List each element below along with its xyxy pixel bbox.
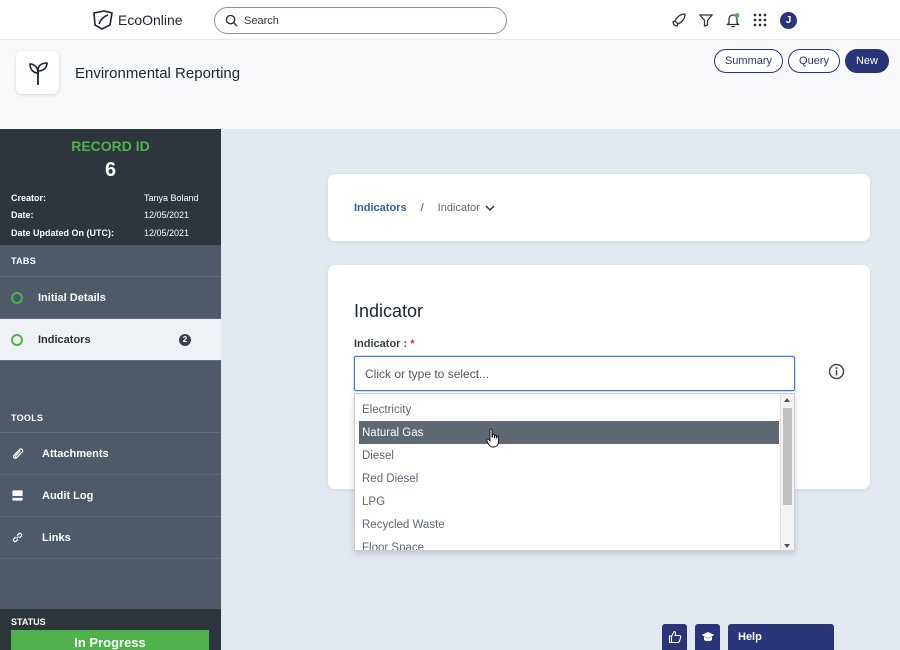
tab-initial-details[interactable]: Initial Details [0,277,221,319]
plant-sprout-icon [28,61,48,85]
scroll-up-arrow-icon[interactable] [784,398,790,402]
option-recycled-waste[interactable]: Recycled Waste [359,513,779,536]
tool-links[interactable]: Links [0,517,221,559]
notification-bell-icon[interactable] [724,11,742,29]
audit-log-icon [12,490,23,501]
record-id-label: RECORD ID [71,138,150,154]
record-summary: RECORD ID 6 Creator: Tanya Boland Date: … [0,129,221,245]
app-icon-tile [16,51,59,94]
tools-header-label: TOOLS [11,413,44,423]
filter-icon[interactable] [697,11,715,29]
search-icon [225,14,238,27]
scroll-down-arrow-icon[interactable] [784,544,790,548]
meta-creator-value: Tanya Boland [144,193,199,203]
meta-updated-value: 12/05/2021 [144,228,190,238]
thumbs-up-icon [668,630,681,644]
status-button[interactable]: In Progress [11,630,209,650]
search-input[interactable] [244,14,484,27]
chevron-down-icon [485,205,495,212]
page-title: Environmental Reporting [75,65,241,82]
tool-attachments[interactable]: Attachments [0,433,221,475]
ecoonline-logo-icon [93,10,113,30]
option-diesel[interactable]: Diesel [359,444,779,467]
feedback-button[interactable] [662,624,687,650]
training-button[interactable] [695,624,720,650]
help-button[interactable]: Help [728,624,834,650]
option-red-diesel[interactable]: Red Diesel [359,467,779,490]
meta-date-label: Date: [11,210,34,220]
breadcrumb: Indicators / Indicator [354,202,496,214]
record-id-value: 6 [104,159,117,181]
option-lpg[interactable]: LPG [359,490,779,513]
tabs-section-header: TABS [0,245,221,277]
scroll-thumb[interactable] [783,408,792,505]
new-button[interactable]: New [844,49,889,73]
status-section: STATUS In Progress [0,609,221,650]
tab-status-circle-icon [11,291,23,304]
graduation-cap-icon [701,632,714,642]
tool-label: Attachments [42,447,109,460]
tab-label: Indicators [38,333,91,346]
tab-count-badge: 2 [179,333,191,346]
option-floor-space[interactable]: Floor Space [359,536,779,551]
status-header-label: STATUS [11,617,46,627]
link-chain-icon [12,532,23,543]
meta-updated-label: Date Updated On (UTC): [11,228,114,238]
app-header: Environmental Reporting Summary Query Ne… [0,40,900,129]
hand-pointer-cursor-icon [486,428,499,448]
tool-audit-log[interactable]: Audit Log [0,475,221,517]
global-search[interactable] [214,7,507,34]
form-title: Indicator [354,301,424,321]
required-marker: * [410,338,415,350]
paperclip-icon [12,448,24,459]
tab-indicators[interactable]: Indicators 2 [0,319,221,361]
breadcrumb-separator: / [420,202,424,214]
indicator-field-label: Indicator : * [354,338,415,350]
query-button[interactable]: Query [788,49,840,73]
tab-label: Initial Details [38,291,106,304]
indicator-select-input[interactable] [354,356,795,391]
record-sidebar: RECORD ID 6 Creator: Tanya Boland Date: … [0,129,221,650]
app-grid-icon[interactable] [751,11,769,29]
tool-label: Audit Log [42,489,94,502]
breadcrumb-current-label: Indicator [437,202,480,214]
indicator-options-dropdown: Electricity Natural Gas Diesel Red Diese… [354,393,795,551]
top-navigation-bar: EcoOnline J [0,0,900,40]
rocket-icon[interactable] [670,11,688,29]
breadcrumb-current-dropdown[interactable]: Indicator [438,202,496,214]
brand-name: EcoOnline [118,12,183,28]
ecoonline-logo[interactable]: EcoOnline [92,10,183,30]
tab-status-circle-icon [11,333,23,346]
tool-label: Links [42,531,71,544]
option-electricity[interactable]: Electricity [359,398,779,421]
breadcrumb-card: Indicators / Indicator [328,174,870,241]
user-avatar[interactable]: J [780,11,797,29]
meta-creator-label: Creator: [11,193,47,203]
dropdown-scrollbar[interactable] [780,394,794,550]
option-natural-gas[interactable]: Natural Gas [359,421,779,444]
tabs-header-label: TABS [11,255,37,266]
breadcrumb-indicators-link[interactable]: Indicators [354,202,407,214]
info-icon[interactable] [828,363,845,380]
summary-button[interactable]: Summary [713,49,784,73]
meta-date-value: 12/05/2021 [144,210,190,220]
tools-section-header: TOOLS [0,404,221,433]
